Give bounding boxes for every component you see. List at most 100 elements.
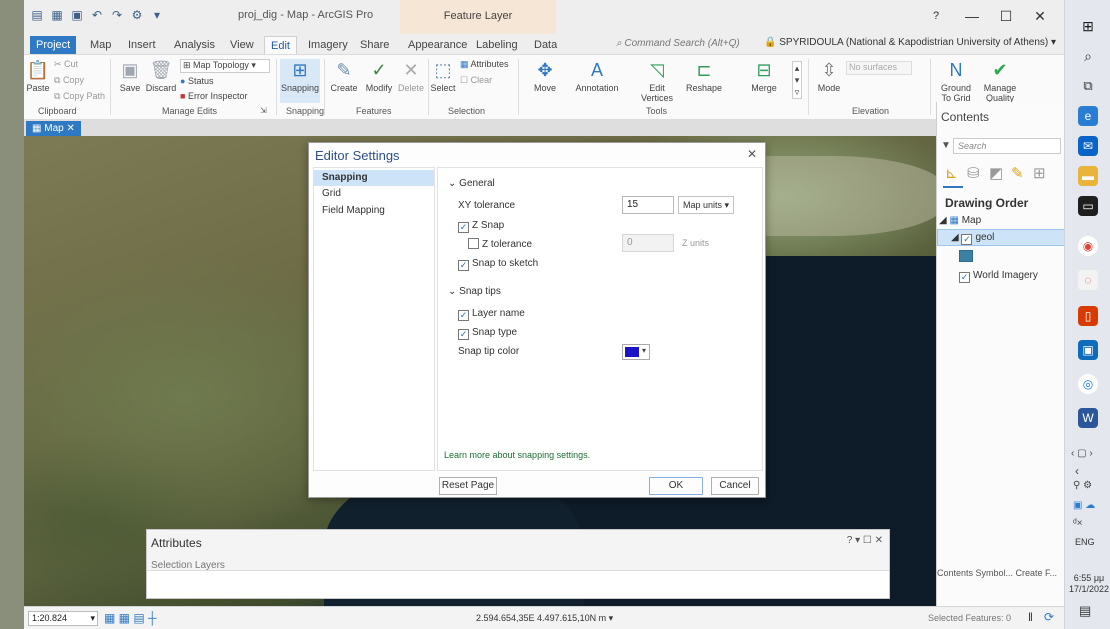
learn-more-link[interactable]: Learn more about snapping settings. (444, 450, 590, 460)
coordinate-readout[interactable]: 2.594.654,35E 4.497.615,10N m ▾ (476, 613, 613, 624)
new-project-icon[interactable]: ▤ (30, 8, 44, 22)
snap-tip-color-picker[interactable]: ▾ (622, 344, 650, 360)
tab-analysis[interactable]: Analysis (168, 36, 221, 54)
search-icon[interactable]: ⌕ (1078, 46, 1098, 66)
file-explorer-icon[interactable]: ▬ (1078, 166, 1098, 186)
reset-page-button[interactable]: Reset Page (439, 477, 497, 495)
copy-button[interactable]: ⧉ Copy (54, 75, 84, 86)
surfaces-dropdown[interactable]: No surfaces (846, 61, 912, 75)
map-topology-dropdown[interactable]: ⊞ Map Topology ▾ (180, 59, 270, 73)
snap-type-checkbox[interactable]: ✓ (458, 329, 469, 340)
chrome-icon[interactable]: ◉ (1078, 236, 1098, 256)
snapping-button[interactable]: ⊞ Snapping (280, 59, 320, 103)
list-by-editing-icon[interactable]: ✎ (1011, 164, 1024, 182)
tree-map[interactable]: ◢ ▦ Map (939, 215, 981, 226)
language-indicator[interactable]: ENG (1075, 537, 1095, 547)
filter-icon[interactable]: ▼ (941, 140, 951, 151)
terminal-icon[interactable]: ▭ (1078, 196, 1098, 216)
z-tolerance-input[interactable]: 0 (622, 234, 674, 252)
map-view-tab[interactable]: ▦ Map ✕ (26, 121, 81, 136)
save-edits-button[interactable]: ▣ Save (116, 59, 144, 93)
minimize-button[interactable]: — (962, 6, 982, 26)
arcgis-icon[interactable]: ▣ (1078, 340, 1098, 360)
pause-drawing-icon[interactable]: ‖ (1028, 610, 1033, 624)
tray-scroll[interactable]: ‹ ▢ › (1071, 448, 1093, 459)
map-view-tools-icon[interactable]: ▦ ▦ ▤ ┼ (104, 611, 157, 625)
tab-labeling[interactable]: Labeling (470, 36, 524, 54)
copy-path-button[interactable]: ⧉ Copy Path (54, 91, 105, 102)
list-by-source-icon[interactable]: ⛁ (967, 164, 980, 182)
merge-tool[interactable]: ⊟ Merge (746, 59, 782, 93)
close-button[interactable]: ✕ (1030, 6, 1050, 26)
elevation-mode-button[interactable]: ⇳ Mode (814, 59, 844, 93)
tab-view[interactable]: View (224, 36, 260, 54)
manage-quality-button[interactable]: ✔ Manage Quality (980, 59, 1020, 103)
edge-icon[interactable]: e (1078, 106, 1098, 126)
list-by-selection-icon[interactable]: ◩ (989, 164, 1003, 182)
save-project-icon[interactable]: ▣ (70, 8, 84, 22)
tab-project[interactable]: Project (30, 36, 77, 54)
annotation-tool[interactable]: A Annotation (574, 59, 620, 93)
notifications-icon[interactable]: ▤ (1079, 603, 1091, 619)
general-section-header[interactable]: ⌄ General (448, 178, 495, 189)
volume-icon[interactable]: ᵈ× (1073, 518, 1083, 529)
attributes-pane-controls[interactable]: ? ▾ ☐ ✕ (847, 535, 883, 546)
cancel-button[interactable]: Cancel (711, 477, 759, 495)
dialog-launcher-icon[interactable]: ⇲ (260, 106, 267, 115)
user-account[interactable]: 🔒 SPYRIDOULA (National & Kapodistrian Un… (764, 37, 1056, 48)
redo-icon[interactable]: ↷ (110, 8, 124, 22)
xy-units-dropdown[interactable]: Map units ▾ (678, 196, 734, 214)
z-tolerance-option[interactable]: Z tolerance (468, 238, 532, 250)
tab-edit[interactable]: Edit (264, 36, 297, 54)
ok-button[interactable]: OK (649, 477, 703, 495)
snap-type-option[interactable]: ✓ Snap type (458, 327, 517, 340)
tools-gallery-scroll[interactable]: ▴ ▾ ▿ (792, 61, 802, 99)
tree-world-imagery[interactable]: ✓ World Imagery (959, 270, 1038, 283)
close-icon[interactable]: ✕ (747, 147, 757, 161)
onedrive-icon[interactable]: ▣ ☁ (1073, 500, 1095, 511)
geol-symbol-swatch[interactable] (959, 250, 973, 262)
clock[interactable]: 6:55 μμ 17/1/2022 (1069, 573, 1109, 595)
mail-icon[interactable]: ✉ (1078, 136, 1098, 156)
maximize-button[interactable]: ☐ (996, 6, 1016, 26)
xy-tolerance-input[interactable]: 15 (622, 196, 674, 214)
paste-button[interactable]: 📋 Paste (26, 59, 50, 93)
tab-imagery[interactable]: Imagery (302, 36, 354, 54)
customize-toolbar-icon[interactable]: ▾ (150, 8, 164, 22)
word-icon[interactable]: W (1078, 408, 1098, 428)
open-project-icon[interactable]: ▦ (50, 8, 64, 22)
edit-vertices-tool[interactable]: ◹ Edit Vertices (634, 59, 680, 103)
nav-field-mapping[interactable]: Field Mapping (314, 203, 434, 219)
move-tool[interactable]: ✥ Move (530, 59, 560, 93)
z-snap-checkbox[interactable]: ✓ (458, 222, 469, 233)
settings-icon[interactable]: ⚙ (130, 8, 144, 22)
layer-name-checkbox[interactable]: ✓ (458, 310, 469, 321)
attributes-button[interactable]: ▦ Attributes (460, 59, 509, 70)
z-snap-option[interactable]: ✓ Z Snap (458, 220, 504, 233)
delete-button[interactable]: ✕ Delete (396, 59, 426, 93)
tab-share[interactable]: Share (354, 36, 395, 54)
tab-insert[interactable]: Insert (122, 36, 162, 54)
modify-button[interactable]: ✓ Modify (362, 59, 396, 93)
select-button[interactable]: ⬚ Select (428, 59, 458, 93)
geol-checkbox[interactable]: ✓ (961, 234, 973, 245)
side-panel-tabs[interactable]: Contents Symbol... Create F... (937, 568, 1065, 584)
task-view-icon[interactable]: ⧉ (1078, 76, 1098, 96)
undo-icon[interactable]: ↶ (90, 8, 104, 22)
world-imagery-checkbox[interactable]: ✓ (959, 272, 970, 283)
snap-to-sketch-option[interactable]: ✓ Snap to sketch (458, 258, 538, 271)
list-by-snapping-icon[interactable]: ⊞ (1033, 164, 1046, 182)
list-by-drawing-order-icon[interactable]: ⊾ (945, 164, 958, 182)
clear-selection-button[interactable]: ☐ Clear (460, 75, 492, 86)
discard-edits-button[interactable]: 🗑 Discard (144, 59, 178, 93)
ground-to-grid-button[interactable]: N Ground To Grid (936, 59, 976, 103)
nav-grid[interactable]: Grid (314, 186, 434, 202)
cut-button[interactable]: ✂ Cut (54, 59, 78, 70)
tab-data[interactable]: Data (528, 36, 563, 54)
app-icon[interactable]: ◌ (1078, 270, 1098, 290)
scale-dropdown[interactable]: 1:20.824 ▾ (28, 611, 98, 626)
office-icon[interactable]: ▯ (1078, 306, 1098, 326)
nav-snapping[interactable]: Snapping (314, 170, 434, 186)
snap-to-sketch-checkbox[interactable]: ✓ (458, 260, 469, 271)
browser-icon[interactable]: ◎ (1078, 374, 1098, 394)
